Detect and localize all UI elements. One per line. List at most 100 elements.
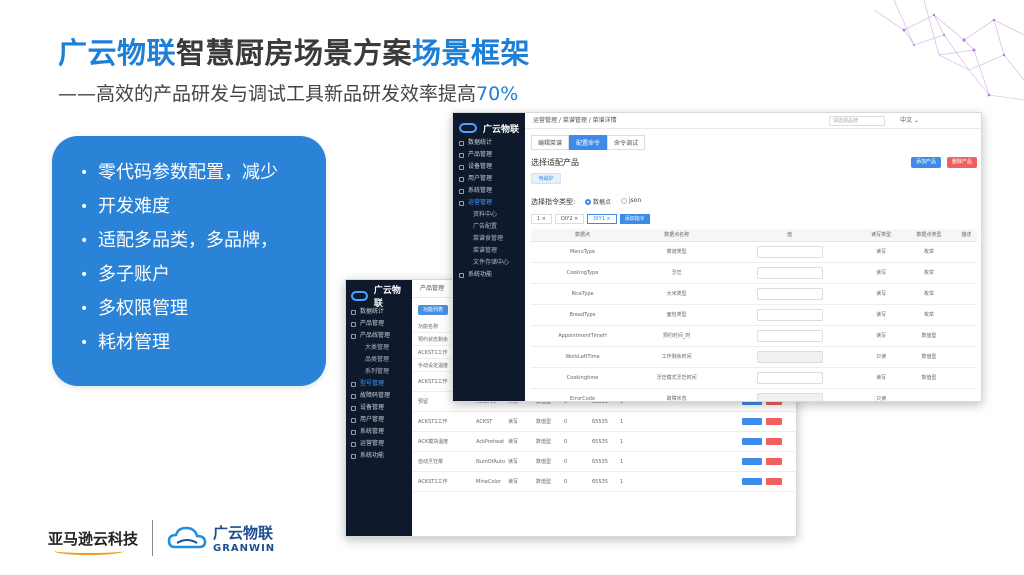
command-tabs: 1 × DIY2 × DIY1 × 添加指令 (531, 214, 650, 224)
sidebar-item-label: 大类管理 (365, 344, 390, 351)
table-cell: 0 (564, 458, 568, 465)
feature-line: 多权限管理 (98, 298, 188, 319)
delete-product-button[interactable]: 删除产品 (947, 157, 977, 168)
command-tab[interactable]: DIY2 × (554, 214, 585, 224)
add-command-button[interactable]: 添加指令 (619, 214, 650, 224)
datapoint-name-cell: 面包类型 (634, 304, 720, 326)
sidebar-item[interactable]: 品类管理 (351, 354, 407, 366)
datapoint-cell: WorkLeftTime (531, 346, 635, 368)
title-main: 智慧厨房场景方案 (176, 36, 413, 70)
sidebar-item[interactable]: 产品线管理 (351, 330, 407, 342)
breadcrumb[interactable]: 运营管理 / 菜谱管理 / 菜谱详情 (533, 113, 617, 129)
table-body: MenuType 菜谱类型 读写 枚举 CookingType 烹饪 读写 枚举 RiceTyp… (531, 241, 977, 401)
table-cell: NumOfAuto (476, 458, 506, 465)
sidebar-item[interactable]: 系统管理 (351, 426, 407, 438)
slide: 广云物联智慧厨房场景方案场景框架 ——高效的产品研发与调试工具新品研发效率提高7… (0, 0, 1024, 575)
delete-button[interactable] (766, 418, 782, 425)
value-cell (719, 346, 860, 368)
radio-json[interactable]: json (621, 197, 641, 204)
cmd-type-label: 选择指令类型: (531, 198, 576, 206)
cloud-logo-icon (459, 123, 477, 133)
edit-button[interactable] (742, 478, 762, 485)
sidebar-item[interactable]: 大类管理 (351, 342, 407, 354)
feature-item: 多权限管理 (80, 292, 308, 326)
delete-button[interactable] (766, 438, 782, 445)
edit-button[interactable] (742, 418, 762, 425)
sidebar-item[interactable]: 设备管理 (459, 161, 519, 173)
command-tab[interactable]: DIY1 × (587, 214, 617, 224)
granwin-cloud-icon (167, 526, 207, 549)
column-header: 数据点 (531, 229, 635, 242)
granwin-cn: 广云物联 (213, 524, 274, 542)
sidebar-item[interactable]: 运营管理 (351, 438, 407, 450)
sidebar-item[interactable]: 菜谱食管理 (459, 233, 519, 245)
datapoint-table: 数据点 数据点名称值读写类型 数据点类型 描述 MenuType 菜谱类型 读写 枚举 Coo… (531, 229, 977, 401)
sidebar-item[interactable]: 产品管理 (351, 318, 407, 330)
feature-item-continuation: 开发难度 (80, 190, 308, 224)
column-header: 数据点类型 (902, 229, 956, 242)
value-input[interactable] (756, 329, 823, 342)
table-cell: 数值型 (536, 479, 552, 485)
value-input[interactable] (756, 266, 823, 279)
radio-datapoint[interactable]: 数据点 (585, 197, 611, 206)
menu-icon (459, 272, 464, 278)
sidebar-item[interactable]: 数据统计 (459, 137, 519, 149)
table-cell: 0 (564, 478, 568, 485)
sidebar-item[interactable]: 广告配置 (459, 221, 519, 233)
edit-button[interactable] (742, 458, 762, 465)
sidebar-item[interactable]: 用户管理 (459, 173, 519, 185)
rw-cell: 只读 (859, 388, 903, 401)
tab-2[interactable]: 命令调试 (607, 135, 646, 150)
datapoint-name-cell: 烹饪 (634, 262, 720, 284)
command-tab[interactable]: 1 × (531, 214, 552, 224)
table-cell: ACK模块温度 (418, 439, 449, 445)
sidebar-item-label: 系统管理 (468, 187, 493, 194)
tab-1[interactable]: 配置命令 (569, 135, 608, 150)
sidebar-item-label: 广告配置 (473, 223, 498, 230)
table-cell: ACKST (476, 418, 493, 425)
menu-icon (459, 200, 464, 206)
product-chip[interactable]: 电磁炉 (531, 173, 561, 184)
sidebar-item[interactable]: 用户管理 (351, 414, 407, 426)
sidebar-item[interactable]: 系统功能 (351, 450, 407, 462)
menu-icon (351, 417, 356, 423)
table-cell: 65535 (592, 478, 608, 485)
value-input[interactable] (756, 287, 823, 300)
type-cell (902, 388, 956, 401)
desc-cell (955, 241, 977, 263)
table-cell: 1 (620, 458, 624, 465)
sidebar-item[interactable]: 系列管理 (351, 366, 407, 378)
footer-logos: 亚马逊云科技 广云物联 GRANWIN (48, 520, 275, 556)
language-select[interactable]: 中文 ⌄ (900, 113, 919, 129)
sidebar-item-label: 系列管理 (365, 368, 390, 375)
feature-line: 适配多品类，多品牌， (98, 230, 278, 251)
table-cell: 读写 (508, 459, 519, 465)
edit-button[interactable] (742, 438, 762, 445)
table-row: CookingType 烹饪 读写 枚举 (531, 262, 977, 284)
menu-icon (351, 321, 356, 327)
sidebar-item[interactable]: 文件存储中心 (459, 257, 519, 269)
sidebar-item[interactable]: 系统功能 (459, 269, 519, 281)
datapoint-name-cell: 故障状态 (634, 388, 720, 401)
sidebar-item[interactable]: 设备管理 (351, 402, 407, 414)
sidebar-item[interactable]: 菜谱管理 (459, 245, 519, 257)
sidebar-item[interactable]: 资料中心 (459, 209, 519, 221)
value-input[interactable] (756, 371, 823, 384)
delete-button[interactable] (766, 458, 782, 465)
sidebar-item-label: 系统功能 (468, 271, 493, 278)
add-product-button[interactable]: 添加产品 (911, 157, 941, 168)
sidebar-item[interactable]: 故障码管理 (351, 390, 407, 402)
value-input[interactable] (756, 308, 823, 321)
sidebar-item[interactable]: 运营管理 (459, 197, 519, 209)
datapoint-name-cell: 烹饪模式烹饪时间 (634, 367, 720, 389)
brand-select[interactable]: 请选择品牌 (829, 116, 885, 126)
sidebar-item[interactable]: 产品管理 (459, 149, 519, 161)
sidebar-item-label: 资料中心 (473, 211, 498, 218)
sidebar-item[interactable]: 型号管理 (351, 378, 407, 390)
function-list-button[interactable]: 功能列表 (418, 305, 448, 315)
delete-button[interactable] (766, 478, 782, 485)
sidebar-item[interactable]: 系统管理 (459, 185, 519, 197)
tab-0[interactable]: 编辑菜谱 (531, 135, 570, 150)
value-input[interactable] (756, 245, 823, 258)
title-highlight: 场景框架 (412, 36, 531, 70)
